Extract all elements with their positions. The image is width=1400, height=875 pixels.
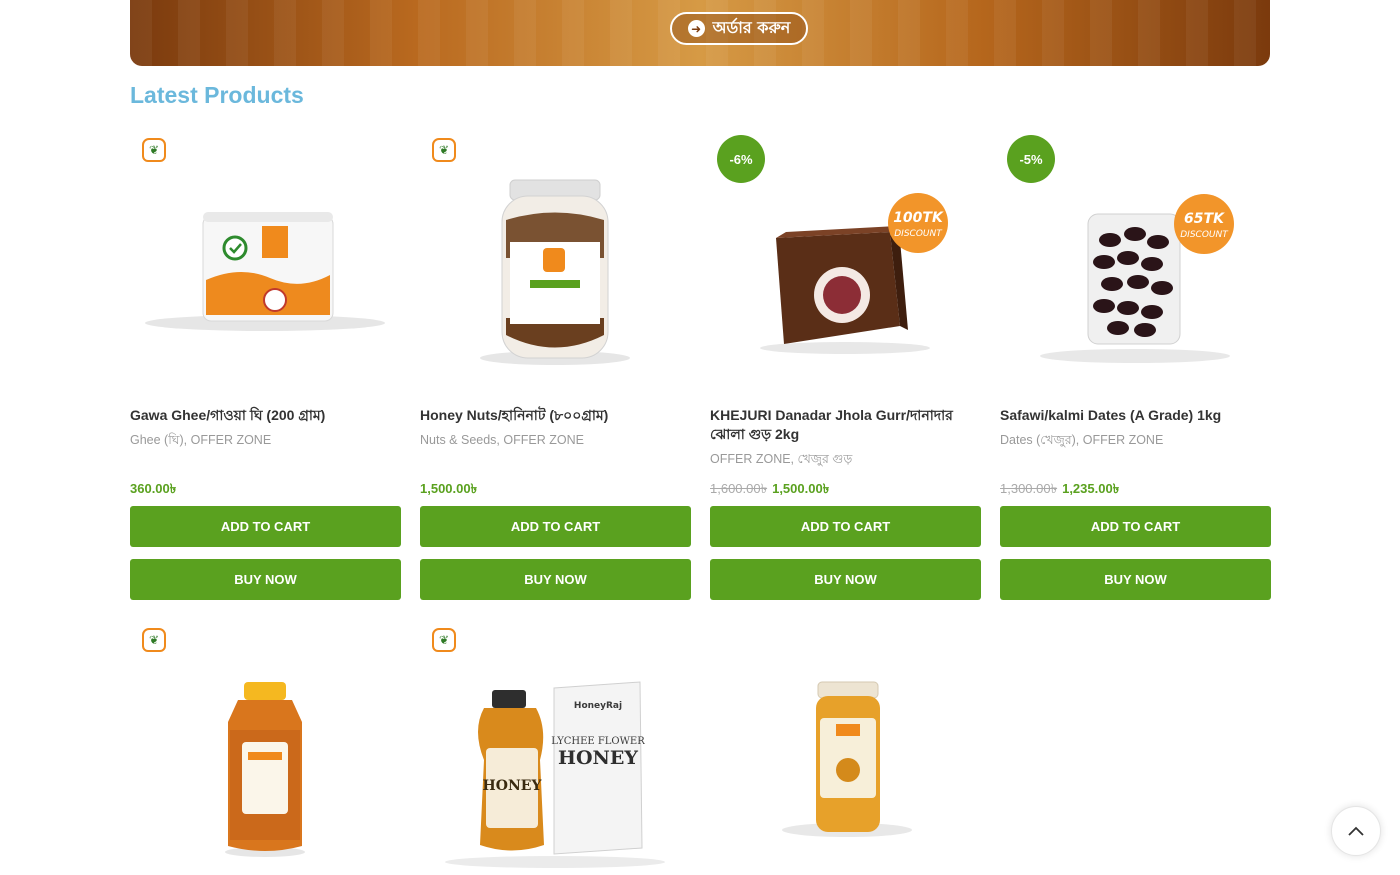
honey-pack-illustration: HoneyRaj LYCHEE FLOWER HONEY HONEY [445,681,665,868]
price: 1,500.00৳ [420,480,477,501]
pack-line2: HONEY [558,747,638,769]
arrow-right-icon: ➜ [687,20,705,37]
product-image[interactable]: ❦ [420,130,691,385]
add-to-cart-button[interactable]: ADD TO CART [710,506,981,547]
sticker-top: 100TK [893,210,944,226]
price: 1,300.00৳ 1,235.00৳ [1000,480,1119,501]
product-card: -5% 65TK DISCOUNT Safawi/kalmi Dates (A … [1000,130,1271,600]
product-card: ❦ Gawa Ghee/গাওয়া ঘি (200 গ্রাম) Ghee (… [130,130,401,600]
product-image[interactable]: ❦ [130,130,401,385]
ghee-tin-illustration [145,212,385,331]
product-title[interactable]: KHEJURI Danadar Jhola Gurr/দানাদার ঝোলা … [710,406,981,444]
price-current: 1,235.00৳ [1062,481,1120,496]
scroll-to-top-button[interactable] [1331,806,1381,856]
promo-banner: ➜ অর্ডার করুন [130,0,1270,66]
add-to-cart-button[interactable]: ADD TO CART [420,506,691,547]
order-now-label: অর্ডার করুন [712,18,791,37]
buy-now-button[interactable]: BUY NOW [130,559,401,600]
buy-now-button[interactable]: BUY NOW [420,559,691,600]
spice-jar-illustration [782,681,912,837]
section-title: Latest Products [130,82,304,108]
pack-brand: HoneyRaj [574,701,622,711]
dates-box-illustration: 65TK DISCOUNT [1040,194,1234,363]
price-current: 1,500.00৳ [772,481,830,496]
product-categories[interactable]: OFFER ZONE, খেজুর গুড় [710,450,981,468]
product-card [710,620,981,875]
gurr-box-illustration: 100TK DISCOUNT [760,193,948,354]
product-card: ❦ Honey Nuts/হানিনাট (৮০০গ্রাম) Nuts & S… [420,130,691,600]
add-to-cart-button[interactable]: ADD TO CART [130,506,401,547]
price: 360.00৳ [130,480,176,501]
product-image[interactable]: -5% 65TK DISCOUNT [1000,130,1271,385]
sticker-bottom: DISCOUNT [894,229,943,239]
pack-line1: LYCHEE FLOWER [551,736,645,747]
product-title[interactable]: Honey Nuts/হানিনাট (৮০০গ্রাম) [420,406,691,425]
product-card: ❦ HoneyRaj LYCHEE FLOWER HONEY HONEY [420,620,691,875]
product-categories[interactable]: Ghee (ঘি), OFFER ZONE [130,431,401,449]
add-to-cart-button[interactable]: ADD TO CART [1000,506,1271,547]
product-card: ❦ [130,620,401,875]
price-old: 1,600.00৳ [710,481,768,496]
chevron-up-icon [1348,826,1364,836]
product-image[interactable]: ❦ [130,620,401,875]
product-image[interactable] [710,620,981,875]
order-now-button[interactable]: ➜ অর্ডার করুন [670,12,808,45]
price-old: 1,300.00৳ [1000,481,1058,496]
product-image[interactable]: ❦ HoneyRaj LYCHEE FLOWER HONEY HONEY [420,620,691,875]
product-image[interactable]: -6% 100TK DISCOUNT [710,130,981,385]
product-card: -6% 100TK DISCOUNT KHEJURI Danadar Jhola… [710,130,981,600]
buy-now-button[interactable]: BUY NOW [1000,559,1271,600]
product-title[interactable]: Safawi/kalmi Dates (A Grade) 1kg [1000,406,1271,425]
sticker-top: 65TK [1184,211,1225,227]
sticker-bottom: DISCOUNT [1180,230,1229,240]
product-categories[interactable]: Nuts & Seeds, OFFER ZONE [420,431,691,449]
product-title[interactable]: Gawa Ghee/গাওয়া ঘি (200 গ্রাম) [130,406,401,425]
buy-now-button[interactable]: BUY NOW [710,559,981,600]
price: 1,600.00৳ 1,500.00৳ [710,480,829,501]
price-current: 1,500.00৳ [420,481,478,496]
nut-jar-illustration [480,179,630,365]
oil-bottle-illustration [225,682,305,857]
bottle-label: HONEY [483,778,543,794]
product-categories[interactable]: Dates (খেজুর), OFFER ZONE [1000,431,1271,449]
price-current: 360.00৳ [130,481,177,496]
